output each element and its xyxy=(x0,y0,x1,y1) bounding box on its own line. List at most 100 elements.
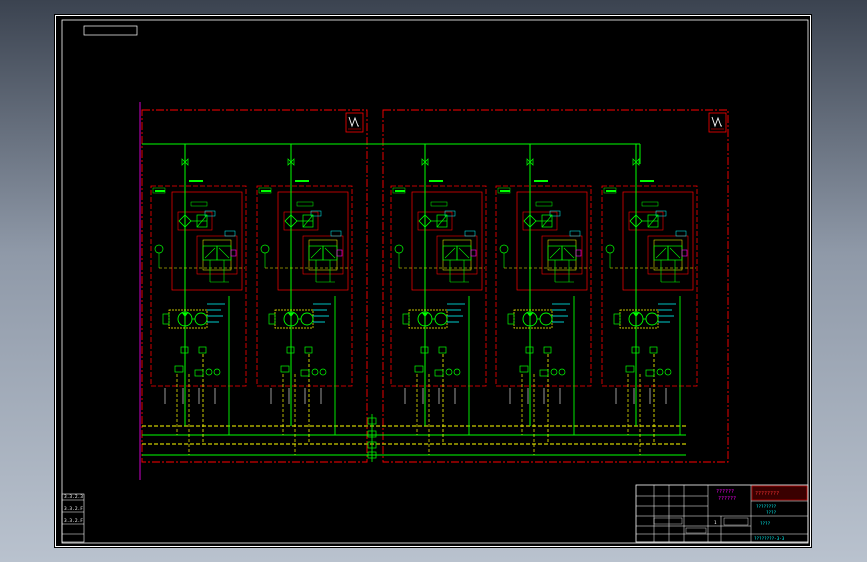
tag-box-2 xyxy=(330,230,342,237)
module-spec-label xyxy=(535,201,553,207)
solenoid-icon xyxy=(230,249,237,257)
sensor-icon xyxy=(311,368,319,376)
title-project-line2: ?????? xyxy=(718,496,736,502)
cad-viewport[interactable]: 3.3.2.3 3.3.2.F 3.3.2.F ?????? ?????? ??… xyxy=(54,14,812,548)
module-spec-label xyxy=(430,201,448,207)
sensor-icon xyxy=(319,368,327,376)
tag-box-4 xyxy=(569,230,581,237)
title-drawing-number: ????????-3-3 xyxy=(754,536,785,541)
module-tag-mark xyxy=(429,180,443,182)
module-tag-mark xyxy=(500,190,510,192)
side-label-2: 3.3.2.F xyxy=(64,506,83,512)
module-tag-mark xyxy=(395,190,405,192)
module-upper-box-4 xyxy=(516,191,588,291)
fitting-icon xyxy=(304,346,313,354)
flow-switch-icon xyxy=(414,365,424,373)
fitting-icon xyxy=(649,346,658,354)
check-valve-icon xyxy=(162,313,170,325)
solenoid-icon xyxy=(470,249,477,257)
flow-switch-icon xyxy=(300,369,310,377)
motor-icon xyxy=(300,312,314,326)
module-tag-mark xyxy=(606,190,616,192)
pump-arrow-icon xyxy=(422,313,428,317)
module-upper-box-5 xyxy=(622,191,694,291)
module-upper-box-2 xyxy=(277,191,349,291)
motor-icon xyxy=(194,312,208,326)
flow-switch-icon xyxy=(519,365,529,373)
sensor-icon xyxy=(453,368,461,376)
module-tag-mark xyxy=(261,190,271,192)
flow-switch-icon xyxy=(434,369,444,377)
module-spec-label xyxy=(641,201,659,207)
pump-arrow-icon xyxy=(288,313,294,317)
valve-arrow xyxy=(310,247,322,259)
tag-box-1 xyxy=(224,230,236,237)
flow-switch-icon xyxy=(645,369,655,377)
module-upper-box-1 xyxy=(171,191,243,291)
module-tag-mark xyxy=(189,180,203,182)
check-valve-icon xyxy=(268,313,276,325)
side-label-3: 3.3.2.F xyxy=(64,518,83,524)
sensor-icon xyxy=(550,368,558,376)
revision-strip: 3.3.2.3 3.3.2.F 3.3.2.F xyxy=(61,493,85,543)
title-drawing-name-1: ???????? xyxy=(756,504,777,509)
module-boundary-1 xyxy=(150,185,247,387)
pressure-gauge-icon xyxy=(260,244,270,254)
module-boundary-3 xyxy=(390,185,487,387)
motor-icon xyxy=(539,312,553,326)
module-spec-label xyxy=(296,201,314,207)
fitting-icon xyxy=(198,346,207,354)
pump-arrow-icon xyxy=(182,313,188,317)
flow-switch-icon xyxy=(174,365,184,373)
valve-arrow xyxy=(669,247,681,259)
hydraulic-modules xyxy=(150,144,698,455)
pressure-gauge-icon xyxy=(605,244,615,254)
module-tag-mark xyxy=(640,180,654,182)
valve-arrow xyxy=(458,247,470,259)
title-block: ?????? ?????? ???????? ???????? ???? ???… xyxy=(635,484,809,543)
valve-arrow xyxy=(444,247,456,259)
valve-arrow xyxy=(563,247,575,259)
valve-arrow xyxy=(655,247,667,259)
module-boundary-2 xyxy=(256,185,353,387)
valve-cabinet-icon xyxy=(708,112,727,133)
pressure-gauge-icon xyxy=(394,244,404,254)
module-tag-mark xyxy=(534,180,548,182)
pump-arrow-icon xyxy=(527,313,533,317)
title-project-line1: ?????? xyxy=(716,489,734,495)
sensor-icon xyxy=(656,368,664,376)
fitting-icon xyxy=(438,346,447,354)
solenoid-icon xyxy=(575,249,582,257)
hydraulic-schematic-drawing: 3.3.2.3 3.3.2.F 3.3.2.F ?????? ?????? ??… xyxy=(55,15,811,547)
title-sheet-marker: 1 xyxy=(714,520,717,525)
sensor-icon xyxy=(558,368,566,376)
flow-switch-icon xyxy=(194,369,204,377)
sensor-icon xyxy=(664,368,672,376)
module-boundary-5 xyxy=(601,185,698,387)
module-boundary-4 xyxy=(495,185,592,387)
solenoid-icon xyxy=(681,249,688,257)
corner-tag-box xyxy=(83,25,138,36)
tag-box-3 xyxy=(464,230,476,237)
check-valve-icon xyxy=(402,313,410,325)
valve-arrow xyxy=(218,247,230,259)
motor-icon xyxy=(434,312,448,326)
module-upper-box-3 xyxy=(411,191,483,291)
valve-arrow xyxy=(204,247,216,259)
solenoid-icon xyxy=(336,249,343,257)
title-company: ???????? xyxy=(755,491,779,497)
flow-switch-icon xyxy=(625,365,635,373)
tag-box-5 xyxy=(675,230,687,237)
cabinet-boundary-left xyxy=(141,109,368,463)
fitting-icon xyxy=(543,346,552,354)
flow-switch-icon xyxy=(539,369,549,377)
pressure-gauge-icon xyxy=(499,244,509,254)
check-valve-icon xyxy=(613,313,621,325)
pump-arrow-icon xyxy=(633,313,639,317)
module-tag-mark xyxy=(295,180,309,182)
valve-arrow xyxy=(549,247,561,259)
valve-cabinet-icon xyxy=(345,112,364,133)
flow-switch-icon xyxy=(280,365,290,373)
pressure-gauge-icon xyxy=(154,244,164,254)
sensor-icon xyxy=(205,368,213,376)
